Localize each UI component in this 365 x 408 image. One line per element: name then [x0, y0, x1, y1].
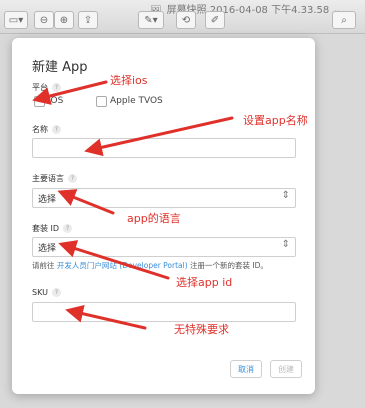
zoom-out-icon[interactable]: ⊖ — [34, 11, 54, 29]
sidebar-icon[interactable]: ▭▾ — [4, 11, 28, 29]
primary-language-select[interactable]: 选择 ⇕ — [32, 188, 296, 208]
name-label: 名称? — [32, 124, 61, 135]
share-icon[interactable]: ⇪ — [78, 11, 98, 29]
developer-portal-link[interactable]: 开发人员门户网站 (Developer Portal) — [57, 261, 188, 270]
create-button[interactable]: 创建 — [270, 360, 302, 378]
rotate-icon[interactable]: ⟲ — [176, 11, 196, 29]
sku-input[interactable] — [32, 302, 296, 322]
bundle-id-hint: 请前往 开发人员门户网站 (Developer Portal) 注册一个新的套装… — [32, 261, 268, 270]
help-icon[interactable]: ? — [52, 125, 61, 134]
select-chevron-icon: ⇕ — [281, 239, 290, 250]
ios-checkbox-label[interactable]: iOS — [48, 96, 63, 106]
annotation-set-app-name: 设置app名称 — [243, 114, 308, 127]
pen-icon[interactable]: ✎▾ — [138, 11, 164, 29]
annotation-no-special-requirement: 无特殊要求 — [174, 323, 229, 336]
bundle-id-label: 套装 ID? — [32, 223, 73, 234]
search-icon[interactable]: ⌕ — [332, 11, 356, 29]
zoom-in-icon[interactable]: ⊕ — [54, 11, 74, 29]
help-icon[interactable]: ? — [52, 83, 61, 92]
help-icon[interactable]: ? — [68, 174, 77, 183]
help-icon[interactable]: ? — [51, 288, 61, 297]
apple-tvos-checkbox[interactable] — [96, 96, 107, 107]
window-toolbar: 🖼 屏幕快照 2016-04-08 下午4.33.58 ⌄ ▭▾ ⊖ ⊕ ⇪ ✎… — [0, 0, 365, 34]
apple-tvos-checkbox-label[interactable]: Apple TVOS — [110, 96, 163, 106]
annotation-select-app-id: 选择app id — [176, 276, 233, 289]
cancel-button[interactable]: 取消 — [230, 360, 262, 378]
annotation-app-language: app的语言 — [127, 212, 181, 225]
platform-label: 平台? — [32, 82, 61, 93]
dialog-title: 新建 App — [32, 60, 88, 75]
help-icon[interactable]: ? — [63, 224, 73, 233]
name-input[interactable] — [32, 138, 296, 158]
bundle-id-select[interactable]: 选择 ⇕ — [32, 237, 296, 257]
annotation-select-ios: 选择ios — [110, 74, 148, 87]
select-chevron-icon: ⇕ — [281, 190, 290, 201]
markup-icon[interactable]: ✐ — [205, 11, 225, 29]
sku-label: SKU? — [32, 288, 61, 297]
primary-language-label: 主要语言? — [32, 173, 77, 184]
ios-checkbox[interactable] — [34, 96, 45, 107]
